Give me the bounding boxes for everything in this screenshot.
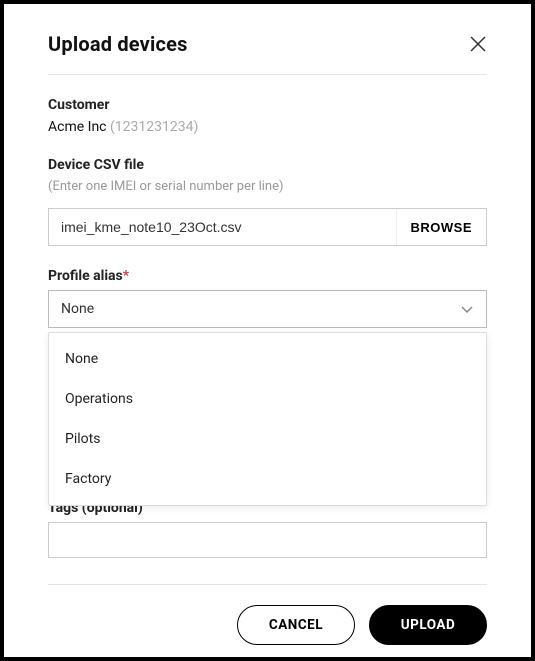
profile-option[interactable]: Operations <box>49 379 486 419</box>
header-divider <box>48 74 487 75</box>
browse-button[interactable]: BROWSE <box>396 209 487 245</box>
dialog-title: Upload devices <box>48 32 188 56</box>
profile-option[interactable]: Factory <box>49 459 486 499</box>
profile-select[interactable]: None <box>48 290 487 328</box>
profile-option[interactable]: None <box>49 339 486 379</box>
csv-filename-input[interactable] <box>49 209 396 245</box>
upload-button[interactable]: UPLOAD <box>369 605 487 645</box>
profile-label-text: Profile alias <box>48 268 123 284</box>
required-mark: * <box>123 268 129 284</box>
profile-selected-value: None <box>61 301 94 317</box>
customer-label: Customer <box>48 97 487 113</box>
csv-file-row: BROWSE <box>48 208 487 246</box>
csv-hint: (Enter one IMEI or serial number per lin… <box>48 179 487 194</box>
chevron-down-icon <box>460 302 474 316</box>
customer-value: Acme Inc (1231231234) <box>48 119 487 135</box>
footer-divider <box>48 584 487 585</box>
cancel-button[interactable]: CANCEL <box>237 605 355 645</box>
profile-dropdown: None Operations Pilots Factory <box>48 332 487 506</box>
customer-id: (1231231234) <box>110 119 198 135</box>
customer-name: Acme Inc <box>48 119 107 135</box>
tags-input[interactable] <box>48 522 487 558</box>
profile-option[interactable]: Pilots <box>49 419 486 459</box>
profile-label: Profile alias* <box>48 268 487 284</box>
close-icon[interactable] <box>469 35 487 53</box>
csv-label: Device CSV file <box>48 157 487 173</box>
